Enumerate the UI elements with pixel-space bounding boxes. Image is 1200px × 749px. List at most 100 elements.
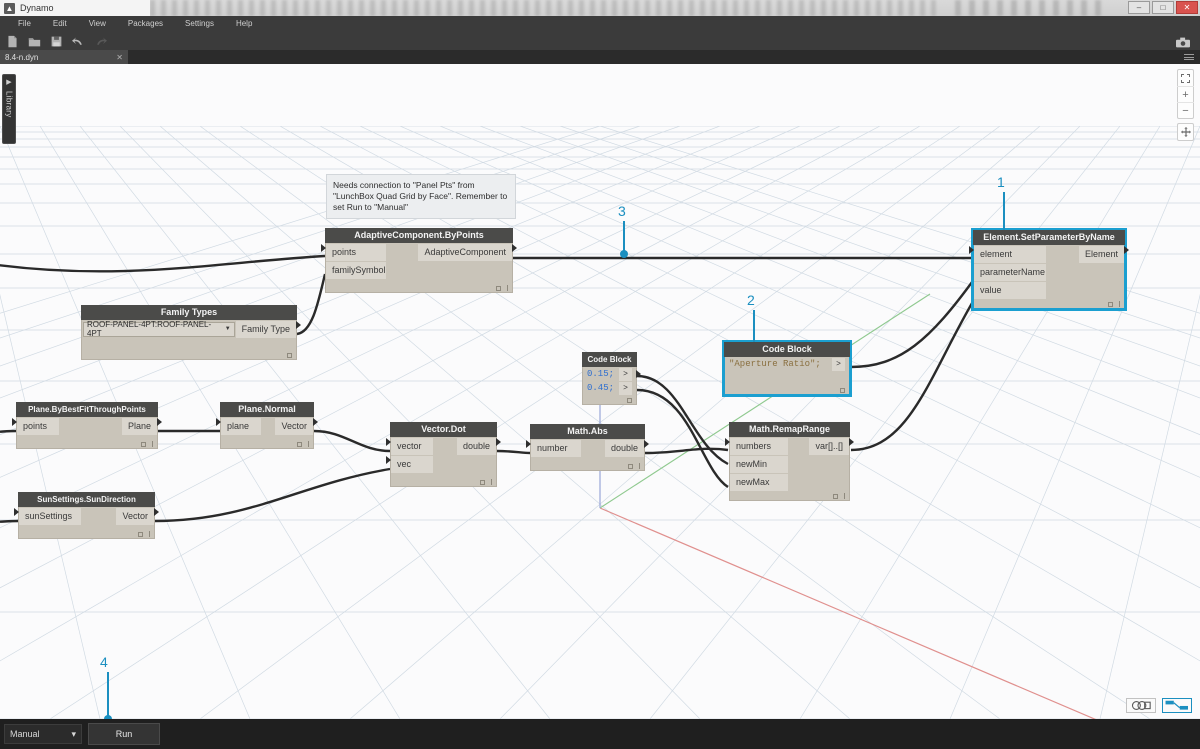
new-file-icon[interactable] <box>6 35 19 48</box>
output-port-family-type[interactable]: Family Type <box>236 321 296 338</box>
node-footer-icons <box>297 441 309 447</box>
input-port-newmax[interactable]: newMax <box>730 474 788 491</box>
callout-leader-line <box>107 672 109 719</box>
input-port-vector[interactable]: vector <box>391 438 433 455</box>
tab-8-4-n-dyn[interactable]: 8.4-n.dyn ✕ <box>0 50 128 64</box>
output-port-element[interactable]: Element <box>1079 246 1124 263</box>
fit-to-screen-icon[interactable] <box>1177 70 1194 86</box>
node-element-setparameterbyname[interactable]: Element.SetParameterByName element Eleme… <box>973 230 1125 309</box>
output-port-plane[interactable]: Plane <box>122 418 157 435</box>
code-block-output-chevron[interactable]: > <box>619 382 632 395</box>
port-nub-icon <box>154 508 159 516</box>
node-footer-icons <box>141 441 153 447</box>
host-ribbon-blurred <box>150 0 940 16</box>
status-bar: Manual ▾ Run <box>0 719 1200 749</box>
family-type-dropdown-value: ROOF-PANEL-4PT:ROOF-PANEL-4PT <box>87 320 222 338</box>
tab-overflow-menu-icon[interactable] <box>1184 54 1194 60</box>
node-plane-normal[interactable]: Plane.Normal plane Vector <box>220 402 314 449</box>
close-button[interactable]: ✕ <box>1176 1 1198 14</box>
document-tab-bar: 8.4-n.dyn ✕ <box>0 50 1200 64</box>
code-block-line[interactable]: 0.45; > <box>583 381 636 395</box>
library-panel-tab[interactable]: ▶ Library <box>2 74 16 144</box>
output-port-vector[interactable]: Vector <box>116 508 154 525</box>
port-nub-icon <box>216 418 221 426</box>
input-port-number[interactable]: number <box>531 440 581 457</box>
dynamo-window: – □ ✕ ▲ Dynamo File Edit View Packages S… <box>0 0 1200 749</box>
input-port-sunsettings[interactable]: sunSettings <box>19 508 81 525</box>
menu-item-file[interactable]: File <box>7 16 42 32</box>
input-port-points[interactable]: points <box>326 244 386 261</box>
output-port-double[interactable]: double <box>605 440 644 457</box>
host-account-area-blurred <box>955 0 1105 16</box>
output-port-vector[interactable]: Vector <box>275 418 313 435</box>
chevron-down-icon: ▼ <box>225 326 231 332</box>
node-code-block-numbers[interactable]: Code Block 0.15; > 0.45; > <box>582 352 637 405</box>
open-folder-icon[interactable] <box>28 35 41 48</box>
camera-icon[interactable] <box>1176 35 1190 46</box>
tab-label: 8.4-n.dyn <box>5 53 38 62</box>
port-nub-icon <box>496 438 501 446</box>
input-port-newmin[interactable]: newMin <box>730 456 788 473</box>
menu-item-view[interactable]: View <box>78 16 117 32</box>
node-sunsettings-sundirection[interactable]: SunSettings.SunDirection sunSettings Vec… <box>18 492 155 539</box>
menu-item-packages[interactable]: Packages <box>117 16 174 32</box>
node-vector-dot[interactable]: Vector.Dot vector double vec <box>390 422 497 487</box>
save-disk-icon[interactable] <box>50 35 63 48</box>
menu-bar: File Edit View Packages Settings Help <box>0 16 1200 32</box>
callout-anchor-dot <box>104 715 112 719</box>
maximize-button[interactable]: □ <box>1152 1 1174 14</box>
zoom-in-button[interactable]: + <box>1177 86 1194 102</box>
sticky-note[interactable]: Needs connection to "Panel Pts" from "Lu… <box>326 174 516 219</box>
node-footer-icons <box>480 479 492 485</box>
input-port-element[interactable]: element <box>974 246 1046 263</box>
code-block-output-chevron[interactable]: > <box>832 358 845 371</box>
host-application-title-bar: – □ ✕ <box>0 0 1200 16</box>
menu-item-settings[interactable]: Settings <box>174 16 225 32</box>
family-type-dropdown[interactable]: ROOF-PANEL-4PT:ROOF-PANEL-4PT ▼ <box>83 322 235 337</box>
main-toolbar <box>0 32 1200 50</box>
node-family-types[interactable]: Family Types ROOF-PANEL-4PT:ROOF-PANEL-4… <box>81 305 297 360</box>
node-code-block-aperture-ratio[interactable]: Code Block "Aperture Ratio"; > <box>724 342 850 395</box>
node-title: Vector.Dot <box>390 422 497 437</box>
output-port-var[interactable]: var[]..[] <box>809 438 849 455</box>
port-nub-icon <box>644 440 649 448</box>
input-port-plane[interactable]: plane <box>221 418 261 435</box>
node-plane-bybestfitthroughpoints[interactable]: Plane.ByBestFitThroughPoints points Plan… <box>16 402 158 449</box>
code-block-line[interactable]: "Aperture Ratio"; > <box>725 357 849 371</box>
code-block-line[interactable]: 0.15; > <box>583 367 636 381</box>
port-nub-icon <box>386 438 391 446</box>
node-title: AdaptiveComponent.ByPoints <box>325 228 513 243</box>
input-port-numbers[interactable]: numbers <box>730 438 788 455</box>
input-port-vec[interactable]: vec <box>391 456 433 473</box>
graph-canvas[interactable]: ▶ Library + − <box>0 64 1200 719</box>
run-button[interactable]: Run <box>88 723 160 745</box>
output-port-double[interactable]: double <box>457 438 496 455</box>
run-mode-dropdown[interactable]: Manual ▾ <box>4 724 82 744</box>
input-port-value[interactable]: value <box>974 282 1046 299</box>
input-port-familysymbol[interactable]: familySymbol <box>326 262 386 279</box>
zoom-out-button[interactable]: − <box>1177 102 1194 118</box>
view-mode-toggles <box>1126 698 1192 713</box>
node-adaptivecomponent-bypoints[interactable]: AdaptiveComponent.ByPoints points Adapti… <box>325 228 513 293</box>
input-port-points[interactable]: points <box>17 418 59 435</box>
graph-view-icon[interactable] <box>1162 698 1192 713</box>
pan-move-icon[interactable] <box>1177 124 1194 140</box>
output-port-adaptivecomponent[interactable]: AdaptiveComponent <box>418 244 512 261</box>
undo-arrow-icon[interactable] <box>72 35 85 48</box>
tab-close-icon[interactable]: ✕ <box>116 53 123 62</box>
node-title: Code Block <box>582 352 637 367</box>
callout-number: 3 <box>618 203 626 219</box>
menu-item-edit[interactable]: Edit <box>42 16 78 32</box>
menu-item-help[interactable]: Help <box>225 16 263 32</box>
port-nub-icon <box>313 418 318 426</box>
geometry-preview-icon[interactable] <box>1126 698 1156 713</box>
node-title: Element.SetParameterByName <box>973 230 1125 245</box>
port-nub-icon <box>296 321 301 329</box>
minimize-button[interactable]: – <box>1128 1 1150 14</box>
code-block-output-chevron[interactable]: > <box>619 368 632 381</box>
node-math-abs[interactable]: Math.Abs number double <box>530 424 645 471</box>
app-title: Dynamo <box>20 3 54 13</box>
input-port-parametername[interactable]: parameterName <box>974 264 1046 281</box>
callout-number: 2 <box>747 292 755 308</box>
node-math-remaprange[interactable]: Math.RemapRange numbers var[]..[] newMin… <box>729 422 850 501</box>
